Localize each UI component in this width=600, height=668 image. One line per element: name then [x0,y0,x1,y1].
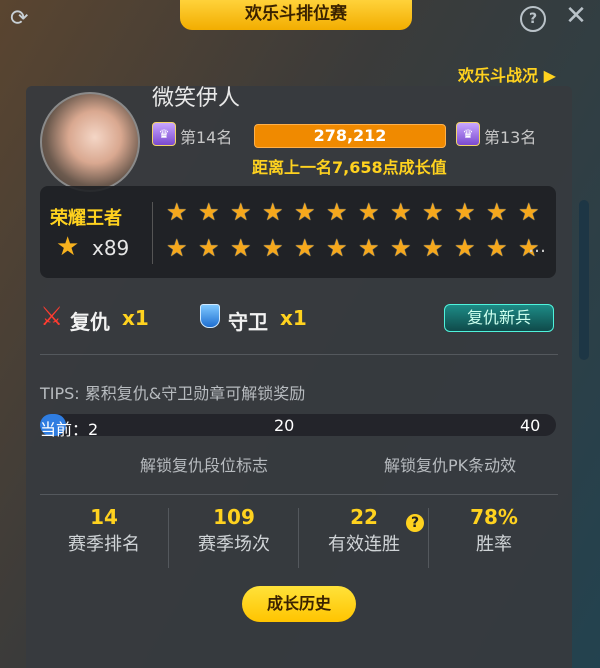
close-icon[interactable]: ✕ [563,2,589,30]
star-icon: ★ [294,198,316,226]
revenge-label: 复仇 [70,310,110,334]
unlock-reward-1: 解锁复仇段位标志 [140,456,269,475]
main-panel: 微笑伊人 ♛ 第14名 278,212 ♛ 第13名 距离上一名7,658点成长… [26,86,572,668]
username: 微笑伊人 [152,86,241,111]
star-icon: ★ [422,234,444,262]
star-icon: ★ [198,234,220,262]
star-icon: ★ [262,198,284,226]
star-icon: ★ [166,234,188,262]
window-title-tab: 欢乐斗排位赛 [180,0,412,30]
next-rank-badge-icon: ♛ [456,122,480,146]
star-icon: ★ [454,234,476,262]
star-icon: ★ [390,234,412,262]
star-icon: ★ [486,234,508,262]
star-icon: ★ [230,234,252,262]
star-icon: ★ [358,234,380,262]
revenge-count: x1 [122,306,149,330]
scrollbar[interactable] [579,200,589,360]
points-progress-bar: 278,212 [254,124,446,148]
battle-status-link[interactable]: 欢乐斗战况 ▶ [458,62,556,86]
star-icon: ★ [454,198,476,226]
divider [40,494,558,495]
medal-current-label: 当前：2 [40,420,99,439]
guard-count: x1 [280,306,307,330]
star-icon: ★ [166,198,188,226]
medal-milestone-20: 20 [274,416,295,435]
star-icon: ★ [422,198,444,226]
divider [428,508,429,568]
stat-label: 赛季场次 [198,534,270,555]
stat-value: 78% [470,505,518,529]
stat-win-rate: 78% 胜率 [430,504,558,560]
new-revenge-button[interactable]: 复仇新兵 [444,304,554,332]
divider [168,508,169,568]
stat-win-streak: 22 有效连胜 [300,504,428,560]
revenge-icon: ⚔ [40,302,64,332]
unlock-reward-2: 解锁复仇PK条动效 [384,456,517,475]
growth-history-button[interactable]: 成长历史 [242,586,356,622]
divider [298,508,299,568]
refresh-icon[interactable]: ⟳ [10,8,34,32]
divider [40,354,558,355]
star-icon: ★ [294,234,316,262]
star-icon: ★ [518,198,540,226]
star-icon: ★ [390,198,412,226]
points-value: 278,212 [313,126,387,145]
rank-badge-icon: ♛ [152,122,176,146]
star-icon: ★ [326,234,348,262]
points-gap-text: 距离上一名7,658点成长值 [252,158,447,177]
stat-label: 赛季排名 [68,534,140,555]
stat-label: 有效连胜 [328,534,400,555]
stat-season-rank: 14 赛季排名 [40,504,168,560]
help-icon[interactable]: ? [520,6,546,32]
stat-label: 胜率 [476,534,512,555]
star-icon: ★ [486,198,508,226]
star-icon: ★ [198,198,220,226]
stat-value: 14 [90,505,118,529]
star-icon: ★ [230,198,252,226]
next-rank: 第13名 [484,128,537,147]
question-icon[interactable]: ? [406,514,424,532]
avatar[interactable] [40,92,140,192]
divider [152,202,153,264]
tips-text: TIPS: 累积复仇&守卫勋章可解锁奖励 [40,384,306,403]
king-star-count: x89 [92,236,130,260]
star-icon: ★ [326,198,348,226]
window: ⟳ 欢乐斗排位赛 ? ✕ 欢乐斗战况 ▶ 微笑伊人 ♛ 第14名 278,212… [0,0,600,668]
shield-icon [200,304,220,328]
current-rank: 第14名 [180,128,233,147]
king-stars-box: 荣耀王者 ★ x89 ★ ★ ★ ★ ★ ★ ★ ★ ★ ★ ★ ★ ★ ★ ★ ★ ★ ★ ★ ★ ★ ★ ★ ★ … [40,186,556,278]
stat-value: 109 [213,505,255,529]
season-stats: 14 赛季排名 109 赛季场次 22 有效连胜 78% 胜率 [40,504,558,574]
medal-milestone-40: 40 [520,416,541,435]
medal-progress-track [40,414,556,436]
guard-label: 守卫 [228,310,268,334]
star-icon: ★ [262,234,284,262]
more-stars-indicator: … [528,236,546,257]
star-icon: ★ [56,232,80,262]
king-title: 荣耀王者 [50,208,122,229]
stat-season-matches: 109 赛季场次 [170,504,298,560]
star-icon: ★ [358,198,380,226]
